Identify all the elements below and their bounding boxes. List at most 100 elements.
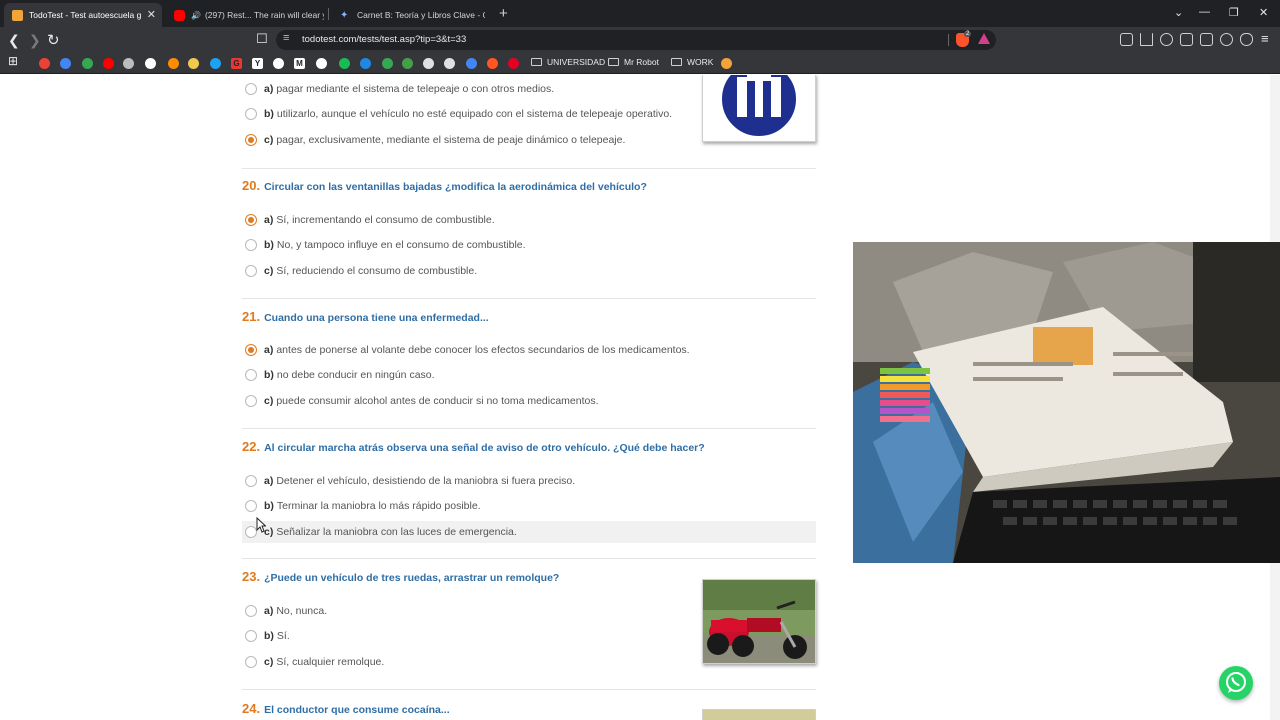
bookmark-favicon-icon[interactable]	[273, 58, 284, 69]
answer-option[interactable]: a) Detener el vehículo, desistiendo de la…	[242, 470, 816, 492]
address-bar[interactable]: ≡ todotest.com/tests/test.asp?tip=3&t=33…	[276, 30, 996, 50]
answer-letter: c)	[264, 655, 274, 668]
radio-unchecked-icon[interactable]	[245, 264, 257, 277]
apps-grid-icon[interactable]: ⊞	[8, 54, 18, 68]
back-icon[interactable]: ❮	[8, 32, 20, 49]
radio-checked-icon[interactable]	[245, 214, 257, 226]
bookmarks-bar: ⊞ GY M UNIVERSIDAD Mr Robot WORK	[0, 53, 1280, 74]
minimize-button[interactable]: —	[1199, 6, 1210, 18]
bookmark-favicon-icon[interactable]	[316, 58, 327, 69]
bookmark-favicon-icon[interactable]	[402, 58, 413, 69]
answer-option[interactable]: b) No, y tampoco influye en el consumo de…	[242, 234, 816, 256]
bookmark-favicon-icon[interactable]	[210, 58, 221, 69]
radio-unchecked-icon[interactable]	[245, 605, 257, 617]
bookmark-favicon-icon[interactable]	[168, 58, 179, 69]
new-tab-button[interactable]: +	[499, 5, 508, 22]
restore-button[interactable]: ❐	[1229, 6, 1239, 19]
bookmark-favicon-icon[interactable]	[82, 58, 93, 69]
bookmark-folder-work[interactable]: WORK	[671, 57, 713, 67]
bookmark-favicon-icon[interactable]	[103, 58, 114, 69]
radio-unchecked-icon[interactable]	[245, 394, 257, 407]
bookmark-favicon-icon[interactable]	[60, 58, 71, 69]
leo-ai-icon[interactable]	[1220, 33, 1233, 46]
tab-strip: TodoTest - Test autoescuela grat ✕ 🔊 (29…	[0, 0, 1280, 27]
answer-letter: b)	[264, 239, 274, 252]
tab-todotest[interactable]: TodoTest - Test autoescuela grat ✕	[4, 3, 162, 27]
menu-icon[interactable]: ≡	[1261, 31, 1269, 46]
radio-unchecked-icon[interactable]	[245, 108, 257, 121]
bookmark-favicon-icon[interactable]: M	[294, 58, 305, 69]
forward-icon[interactable]: ❯	[29, 32, 41, 49]
url-text[interactable]: todotest.com/tests/test.asp?tip=3&t=33	[302, 34, 466, 45]
answer-letter: c)	[264, 264, 274, 277]
answer-text: utilizarlo, aunque el vehículo no esté e…	[276, 108, 673, 121]
answer-text: puede consumir alcohol antes de conducir…	[276, 394, 599, 407]
answer-option[interactable]: c) Sí, reduciendo el consumo de combustib…	[242, 260, 816, 282]
answer-option[interactable]: a) antes de ponerse al volante debe conoc…	[242, 339, 816, 361]
question-text: Al circular marcha atrás observa una señ…	[264, 442, 705, 454]
vpn-shield-icon[interactable]	[1240, 33, 1253, 46]
bookmark-favicon-icon[interactable]	[444, 58, 455, 69]
bookmark-icon[interactable]: ☐	[256, 31, 268, 47]
answer-option[interactable]: c) puede consumir alcohol antes de conduc…	[242, 390, 816, 412]
bookmark-folder-mr-robot[interactable]: Mr Robot	[608, 57, 659, 67]
bookmark-favicon-icon[interactable]	[721, 58, 732, 69]
wallet-icon[interactable]	[1200, 33, 1213, 46]
download-icon[interactable]	[1140, 33, 1153, 46]
answer-text: Sí, incrementando el consumo de combusti…	[276, 214, 495, 226]
folder-icon	[531, 58, 542, 66]
bookmark-folder-universidad[interactable]: UNIVERSIDAD	[531, 57, 605, 67]
question-number: 23.	[242, 569, 261, 584]
answer-option[interactable]: c) Señalizar la maniobra con las luces de…	[242, 520, 816, 543]
close-tab-icon[interactable]: ✕	[147, 8, 156, 21]
site-info-icon[interactable]: ≡	[283, 32, 289, 44]
radio-unchecked-icon[interactable]	[245, 475, 257, 487]
whatsapp-button[interactable]	[1219, 666, 1253, 700]
tab-gemini[interactable]: ✦ Carnet B: Teoría y Libros Clave - Goo	[332, 3, 490, 27]
bookmark-favicon-icon[interactable]	[39, 58, 50, 69]
brave-rewards-icon[interactable]	[978, 33, 990, 44]
answer-option[interactable]: a) Sí, incrementando el consumo de combus…	[242, 209, 816, 231]
mouse-cursor-icon	[256, 517, 266, 533]
bookmark-favicon-icon[interactable]	[145, 58, 156, 69]
extensions-icon[interactable]	[1120, 33, 1133, 46]
omnibox-separator	[948, 34, 949, 46]
answer-letter: a)	[264, 475, 274, 487]
radio-checked-icon[interactable]	[245, 344, 257, 356]
bookmark-favicon-icon[interactable]	[466, 58, 477, 69]
bookmark-favicon-icon[interactable]: Y	[252, 58, 263, 69]
radio-unchecked-icon[interactable]	[245, 239, 257, 252]
radio-unchecked-icon[interactable]	[245, 500, 257, 513]
bookmark-favicon-icon[interactable]	[423, 58, 434, 69]
reload-icon[interactable]: ↻	[47, 31, 60, 49]
radio-unchecked-icon[interactable]	[245, 83, 257, 95]
answer-option[interactable]: b) no debe conducir en ningún caso.	[242, 364, 816, 386]
answer-option[interactable]: b) Terminar la maniobra lo más rápido pos…	[242, 495, 816, 517]
bookmark-favicon-icon[interactable]: G	[231, 58, 242, 69]
bookmark-favicon-icon[interactable]	[123, 58, 134, 69]
close-window-button[interactable]: ✕	[1259, 6, 1268, 19]
sidebar-icon[interactable]	[1180, 33, 1193, 46]
bookmark-folder-label: UNIVERSIDAD	[547, 57, 606, 67]
speaker-icon[interactable]: 🔊	[191, 11, 201, 20]
radio-unchecked-icon[interactable]	[245, 655, 257, 668]
radio-checked-icon[interactable]	[245, 133, 257, 146]
folder-icon	[608, 58, 619, 66]
media-icon[interactable]	[1160, 33, 1173, 46]
answer-letter: c)	[264, 133, 274, 146]
radio-unchecked-icon[interactable]	[245, 369, 257, 382]
radio-unchecked-icon[interactable]	[245, 630, 257, 643]
question-number: 20.	[242, 178, 261, 193]
bookmark-favicon-icon[interactable]	[339, 58, 350, 69]
tab-youtube[interactable]: 🔊 (297) Rest... The rain will clear you	[166, 3, 324, 27]
tab-search-button[interactable]: ⌄	[1174, 6, 1183, 19]
question-divider	[242, 298, 816, 299]
answer-text: Detener el vehículo, desistiendo de la m…	[276, 475, 576, 487]
question-divider	[242, 168, 816, 169]
bookmark-favicon-icon[interactable]	[508, 58, 519, 69]
question-19-sign-image	[702, 75, 816, 142]
bookmark-favicon-icon[interactable]	[188, 58, 199, 69]
bookmark-favicon-icon[interactable]	[382, 58, 393, 69]
bookmark-favicon-icon[interactable]	[487, 58, 498, 69]
bookmark-favicon-icon[interactable]	[360, 58, 371, 69]
